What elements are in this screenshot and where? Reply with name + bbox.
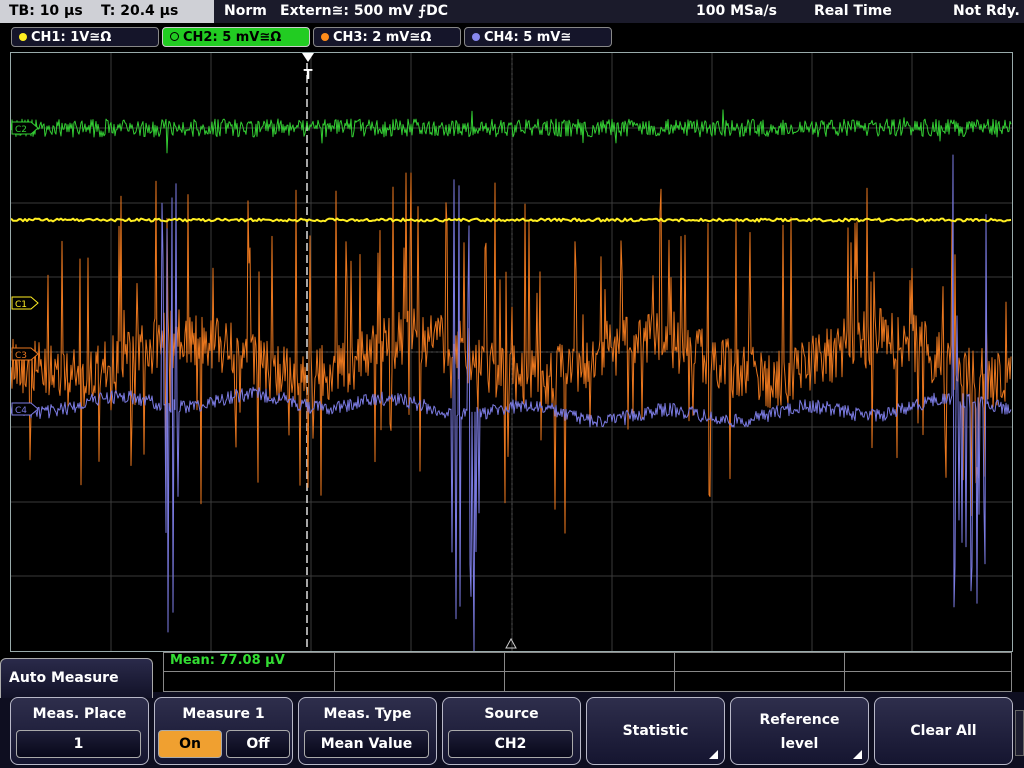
results-column-divider — [844, 653, 845, 691]
channel-1-button[interactable]: CH1: 1V≅Ω — [11, 27, 159, 47]
mean-measurement-result: Mean: 77.08 µV — [170, 653, 285, 668]
menu-scroll-tab[interactable] — [1015, 710, 1024, 756]
ch4-offset-marker: C4 — [11, 402, 39, 416]
timebase-readout: TB: 10 µs — [9, 3, 83, 19]
ch1-trace — [11, 217, 1012, 223]
ch4-trace — [11, 154, 1012, 651]
measure-1-softkey[interactable]: Measure 1 On Off — [154, 697, 293, 765]
measurement-results-panel — [163, 652, 1012, 692]
meas-place-title: Meas. Place — [32, 706, 127, 722]
reference-level-label-line2: level — [780, 736, 819, 752]
channel-2-button[interactable]: CH2: 5 mV≅Ω — [162, 27, 310, 47]
clear-all-softkey[interactable]: Clear All — [874, 697, 1013, 765]
acquisition-mode[interactable]: Real Time — [814, 0, 892, 23]
reference-level-label-line1: Reference — [759, 712, 840, 728]
waveform-display[interactable]: C2 C1 C3 C4 — [10, 52, 1013, 652]
trigger-level-marker — [505, 638, 517, 649]
channel-3-color-dot — [321, 33, 329, 41]
trigger-position-marker[interactable]: T — [299, 52, 317, 82]
trigger-source[interactable]: Extern≅: 500 mV ⨍DC — [280, 0, 448, 23]
ch1-offset-marker-label: C1 — [15, 300, 27, 310]
channel-2-color-dot — [170, 32, 179, 41]
channel-4-button[interactable]: CH4: 5 mV≅ — [464, 27, 612, 47]
clear-all-label: Clear All — [910, 723, 977, 739]
ch1-offset-marker: C1 — [11, 296, 39, 310]
source-title: Source — [484, 706, 539, 722]
submenu-indicator-icon — [709, 750, 718, 759]
measure-on-button[interactable]: On — [158, 730, 222, 758]
ch3-offset-marker-label: C3 — [15, 351, 27, 361]
ch2-offset-marker-label: C2 — [15, 125, 27, 135]
reference-level-softkey[interactable]: Reference level — [730, 697, 869, 765]
traces — [11, 109, 1012, 651]
meas-type-title: Meas. Type — [323, 706, 412, 722]
channel-1-label: CH1: 1V≅Ω — [31, 30, 112, 45]
ch3-offset-marker: C3 — [11, 347, 39, 361]
channel-4-color-dot — [472, 33, 480, 41]
meas-place-softkey[interactable]: Meas. Place 1 — [10, 697, 149, 765]
source-value[interactable]: CH2 — [448, 730, 573, 758]
results-column-divider — [334, 653, 335, 691]
trigger-mode[interactable]: Norm — [224, 0, 267, 23]
timebase-box[interactable]: TB: 10 µs T: 20.4 µs — [0, 0, 214, 23]
sample-rate: 100 MSa/s — [696, 3, 778, 19]
meas-place-value[interactable]: 1 — [16, 730, 141, 758]
submenu-indicator-icon — [853, 750, 862, 759]
acquisition-status: Not Rdy. — [953, 3, 1020, 19]
trigger-time-readout: T: 20.4 µs — [101, 3, 179, 19]
menu-title: Auto Measure — [9, 670, 119, 686]
channel-3-button[interactable]: CH3: 2 mV≅Ω — [313, 27, 461, 47]
measure-off-button[interactable]: Off — [226, 730, 290, 758]
statistic-softkey[interactable]: Statistic — [586, 697, 725, 765]
status-bar: TB: 10 µs T: 20.4 µs Norm Extern≅: 500 m… — [0, 0, 1024, 23]
channel-1-color-dot — [19, 33, 27, 41]
results-divider — [164, 671, 1011, 672]
meas-type-softkey[interactable]: Meas. Type Mean Value — [298, 697, 437, 765]
channel-4-label: CH4: 5 mV≅ — [484, 30, 572, 45]
results-column-divider — [674, 653, 675, 691]
measure-1-title: Measure 1 — [182, 706, 265, 722]
meas-type-value[interactable]: Mean Value — [304, 730, 429, 758]
source-softkey[interactable]: Source CH2 — [442, 697, 581, 765]
ch2-trace — [11, 109, 1012, 154]
channel-2-label: CH2: 5 mV≅Ω — [183, 30, 282, 45]
statistic-label: Statistic — [622, 723, 689, 739]
trigger-marker-label: T — [304, 68, 313, 82]
waveform-canvas: C2 C1 C3 C4 — [11, 53, 1012, 651]
results-column-divider — [504, 653, 505, 691]
ch4-offset-marker-label: C4 — [15, 406, 27, 416]
channel-3-label: CH3: 2 mV≅Ω — [333, 30, 432, 45]
